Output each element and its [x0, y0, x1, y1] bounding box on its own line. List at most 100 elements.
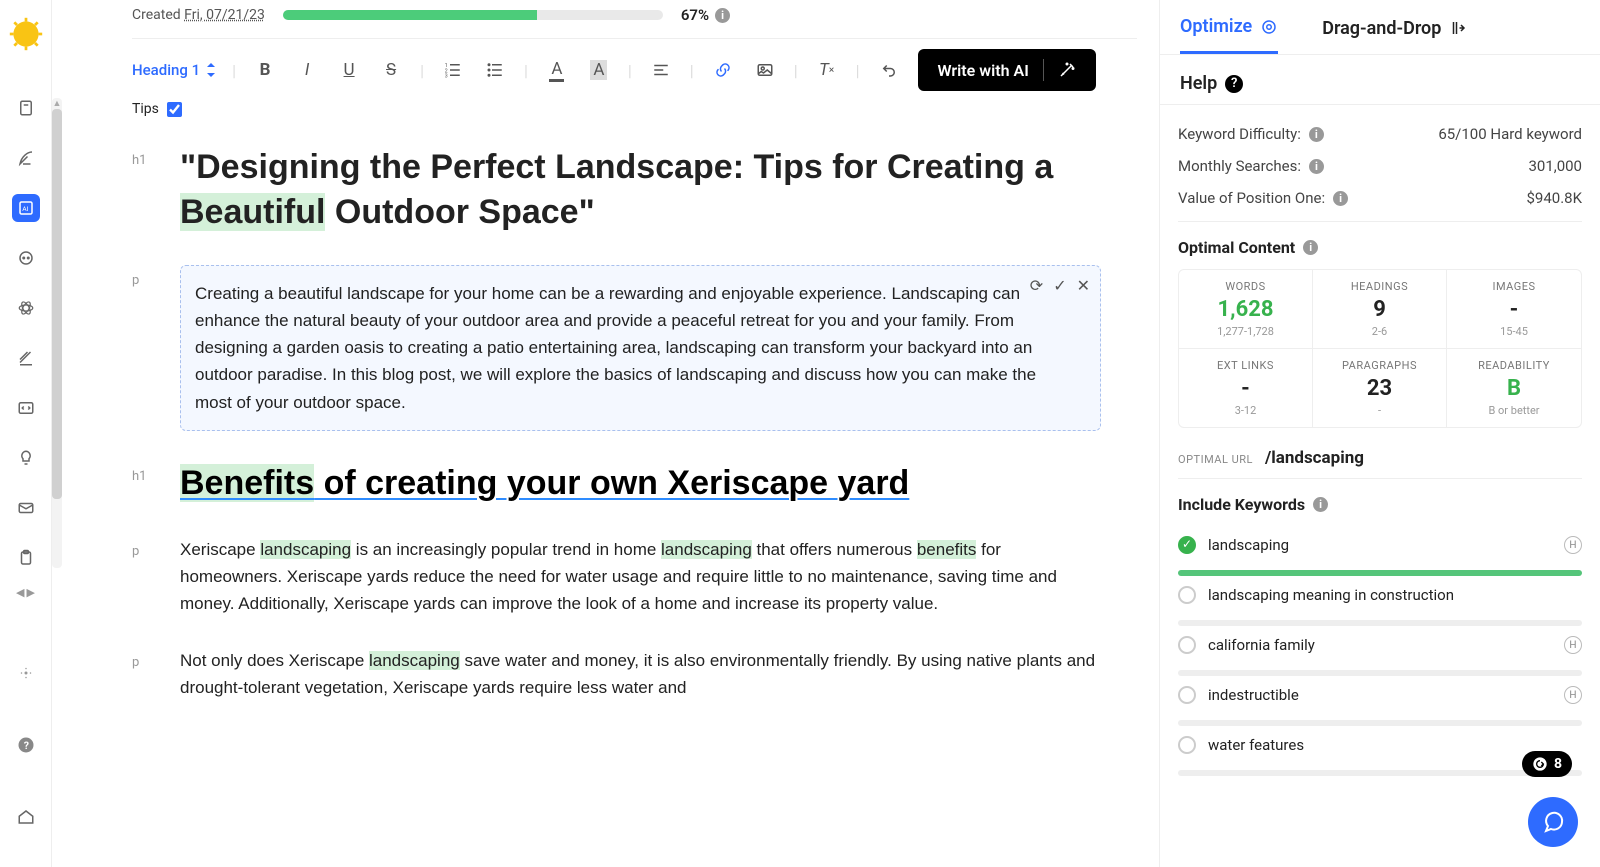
bold-button[interactable]: B	[252, 57, 278, 83]
metrics-grid: WORDS1,6281,277-1,728HEADINGS92-6IMAGES-…	[1178, 269, 1582, 428]
metric-cell: EXT LINKS-3-12	[1179, 349, 1313, 427]
keyword-row[interactable]: california family H	[1178, 626, 1582, 664]
keyword-status-icon	[1178, 636, 1196, 654]
svg-text:3: 3	[445, 74, 448, 80]
chat-button[interactable]	[1528, 797, 1578, 847]
rail-code-icon[interactable]	[12, 394, 40, 422]
unordered-list-button[interactable]	[482, 57, 508, 83]
info-icon[interactable]: i	[1313, 497, 1328, 512]
info-icon[interactable]: i	[1309, 159, 1324, 174]
rail-atom-icon[interactable]	[12, 294, 40, 322]
keyword-text: landscaping	[1208, 536, 1552, 554]
editor-scrollbar[interactable]	[1143, 120, 1153, 727]
rail-feather-icon[interactable]	[12, 144, 40, 172]
tab-help[interactable]: Help ?	[1180, 73, 1580, 94]
progress-bar	[283, 10, 663, 20]
created-date: Fri, 07/21/23	[184, 7, 265, 23]
help-dot-icon: ?	[1225, 75, 1243, 93]
keyword-progress	[1178, 770, 1582, 776]
heading-badge: H	[1564, 686, 1582, 704]
grammar-badge[interactable]: 8	[1522, 751, 1572, 777]
keyword-row[interactable]: indestructible H	[1178, 676, 1582, 714]
metric-cell: HEADINGS92-6	[1313, 270, 1447, 349]
heading-select[interactable]: Heading 1	[132, 61, 216, 79]
target-icon	[1260, 18, 1278, 36]
chat-icon	[1541, 810, 1565, 834]
clear-format-button[interactable]: T×	[814, 57, 840, 83]
rail-docs-icon[interactable]	[12, 94, 40, 122]
keyword-status-icon	[1178, 736, 1196, 754]
editor-toolbar: Heading 1 | B I U S | 123 | A A | |	[132, 49, 1137, 99]
keyword-status-icon	[1178, 586, 1196, 604]
rail-help-icon[interactable]: ?	[12, 731, 40, 759]
include-keywords-title: Include Keywords	[1178, 495, 1305, 514]
metric-cell: PARAGRAPHS23-	[1313, 349, 1447, 427]
metric-cell: READABILITYBB or better	[1447, 349, 1581, 427]
align-button[interactable]	[648, 57, 674, 83]
write-with-ai-button[interactable]: Write with AI	[918, 49, 1096, 91]
keyword-status-icon	[1178, 536, 1196, 554]
rail-home-icon[interactable]	[12, 803, 40, 831]
highlight-button[interactable]: A	[586, 57, 612, 83]
left-sidebar: AI ◀▶ ?	[0, 0, 52, 867]
kd-label: Keyword Difficulty:	[1178, 125, 1301, 143]
rail-clipboard-icon[interactable]	[12, 544, 40, 572]
accept-icon[interactable]: ✓	[1053, 276, 1066, 295]
info-icon[interactable]: i	[1333, 191, 1348, 206]
rail-chev-right-icon[interactable]: ▶	[27, 586, 35, 599]
rail-mail-icon[interactable]	[12, 494, 40, 522]
paragraph-2[interactable]: Not only does Xeriscape landscaping save…	[180, 647, 1101, 701]
optimal-content-title: Optimal Content	[1178, 238, 1295, 257]
created-label: Created Fri, 07/21/23	[132, 7, 265, 23]
tag-h1: h1	[132, 145, 158, 235]
optimal-url-label: OPTIMAL URL	[1178, 453, 1253, 466]
ordered-list-button[interactable]: 123	[440, 57, 466, 83]
paragraph-1[interactable]: Xeriscape landscaping is an increasingly…	[180, 536, 1101, 618]
close-icon[interactable]: ✕	[1077, 276, 1090, 295]
rail-ai-icon[interactable]: AI	[12, 194, 40, 222]
tab-optimize[interactable]: Optimize	[1180, 16, 1278, 54]
vp-label: Value of Position One:	[1178, 189, 1325, 207]
rail-chat-icon[interactable]	[12, 244, 40, 272]
keyword-text: california family	[1208, 636, 1552, 654]
svg-text:?: ?	[23, 739, 28, 752]
tag-h1-2: h1	[132, 461, 158, 506]
info-icon[interactable]: i	[1309, 127, 1324, 142]
tag-p-3: p	[132, 647, 158, 701]
info-icon[interactable]: i	[1303, 240, 1318, 255]
metric-cell: WORDS1,6281,277-1,728	[1179, 270, 1313, 349]
tab-drag-drop[interactable]: Drag-and-Drop	[1322, 16, 1467, 54]
drag-icon	[1449, 19, 1467, 37]
rail-sparkle-icon[interactable]	[12, 659, 40, 687]
keyword-row[interactable]: water features	[1178, 726, 1582, 764]
document-body[interactable]: h1 "Designing the Perfect Landscape: Tip…	[132, 145, 1137, 702]
undo-button[interactable]	[876, 57, 902, 83]
keyword-text: indestructible	[1208, 686, 1552, 704]
strike-button[interactable]: S	[378, 57, 404, 83]
svg-text:AI: AI	[22, 205, 28, 213]
image-button[interactable]	[752, 57, 778, 83]
link-button[interactable]	[710, 57, 736, 83]
refresh-icon[interactable]: ⟳	[1030, 276, 1043, 295]
vp-value: $940.8K	[1526, 189, 1582, 207]
heading-badge: H	[1564, 636, 1582, 654]
tag-p-2: p	[132, 536, 158, 618]
underline-button[interactable]: U	[336, 57, 362, 83]
keyword-row[interactable]: landscaping meaning in construction	[1178, 576, 1582, 614]
rail-underline-icon[interactable]	[12, 344, 40, 372]
tips-checkbox[interactable]	[167, 102, 182, 117]
italic-button[interactable]: I	[294, 57, 320, 83]
tag-p: p	[132, 265, 158, 431]
heading-1-benefits[interactable]: Benefits of creating your own Xeriscape …	[180, 461, 909, 506]
keyword-row[interactable]: landscapingH	[1178, 526, 1582, 564]
ms-label: Monthly Searches:	[1178, 157, 1301, 175]
rail-bulb-icon[interactable]	[12, 444, 40, 472]
heading-1[interactable]: "Designing the Perfect Landscape: Tips f…	[180, 145, 1101, 235]
tips-toggle[interactable]: Tips	[132, 101, 1137, 117]
text-color-button[interactable]: A	[544, 57, 570, 83]
info-icon[interactable]: i	[715, 8, 730, 23]
rail-chev-left-icon[interactable]: ◀	[16, 586, 24, 599]
ai-suggestion-box[interactable]: ⟳ ✓ ✕ Creating a beautiful landscape for…	[180, 265, 1101, 431]
progress-percent: 67%i	[681, 6, 730, 24]
metric-cell: IMAGES-15-45	[1447, 270, 1581, 349]
